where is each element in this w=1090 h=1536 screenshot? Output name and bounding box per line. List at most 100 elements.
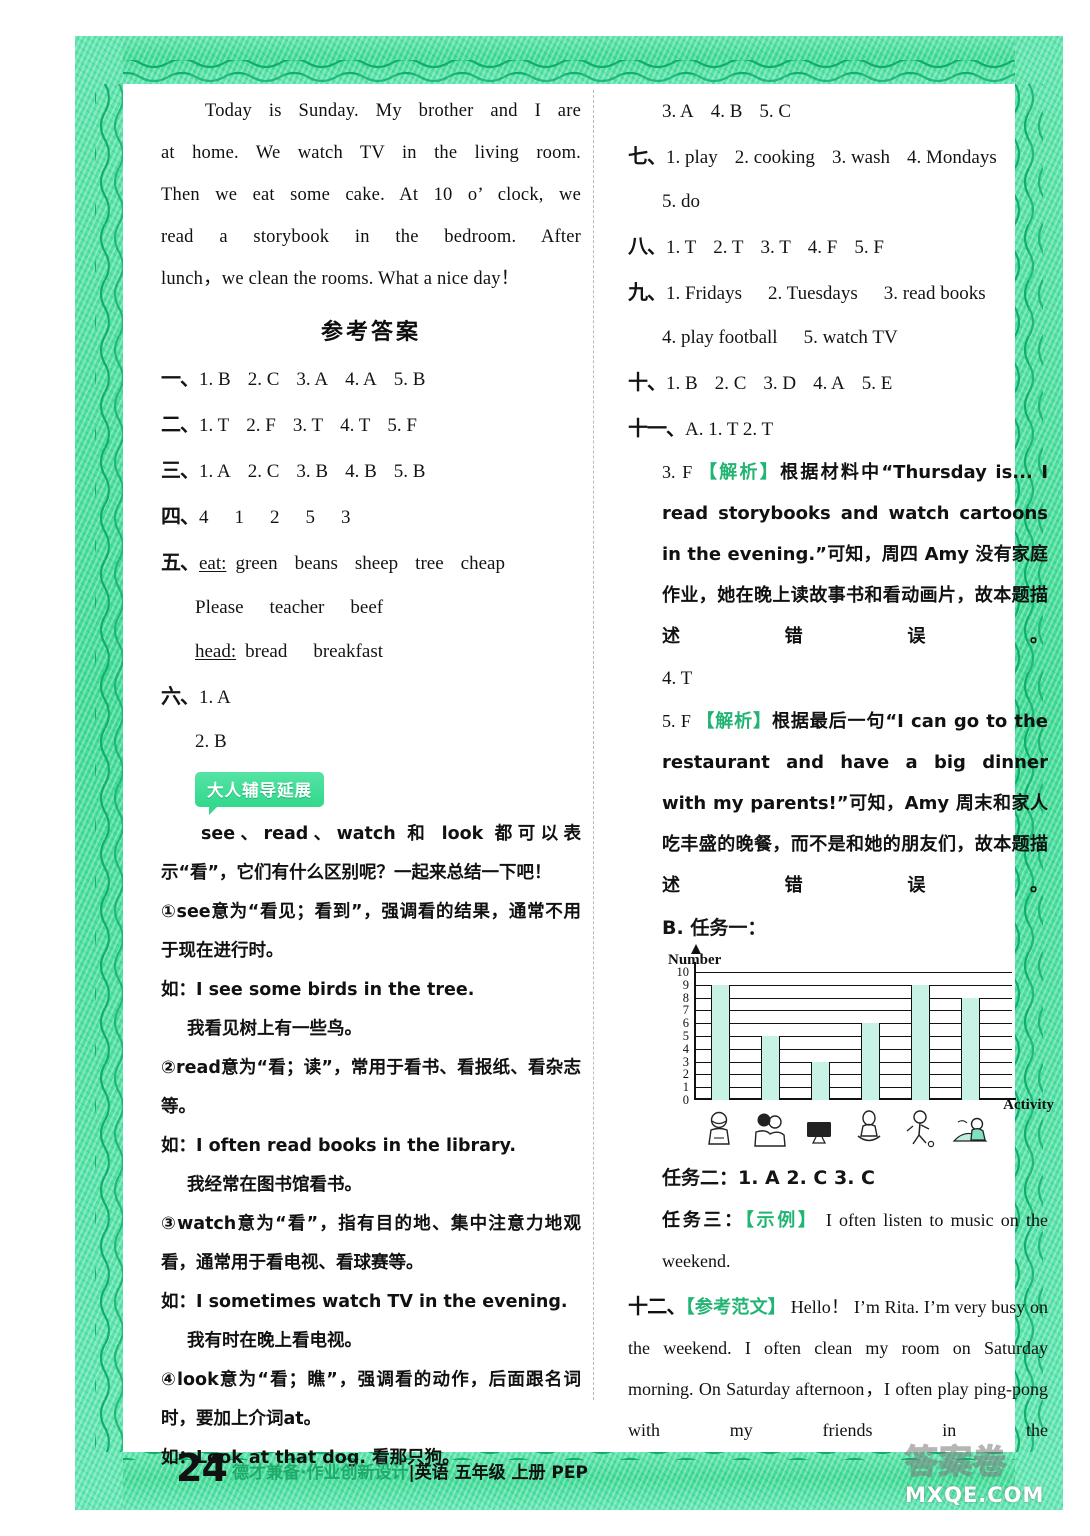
explanation-text: 根据材料中“Thursday is... I read storybooks a… [662, 462, 1049, 647]
phonics-row-2: Please teacher beef [161, 586, 581, 630]
answer-item: 2. F [246, 415, 276, 436]
footer-series-name: 德才兼备·作业创新设计 [232, 1463, 409, 1483]
chart-y-tick: 2 [682, 1067, 689, 1082]
chart-gridline [694, 972, 1012, 973]
answer-label: 3. F [662, 462, 693, 482]
task-label: 任务三： [662, 1210, 745, 1231]
answer-item: 5. do [662, 191, 700, 212]
chart-plot-area: 0 1 2 3 4 5 6 7 8 9 10 [677, 944, 1016, 1106]
answer-item: 5. F [854, 237, 884, 258]
answer-item: 4. B [345, 461, 377, 482]
chart-y-axis [691, 944, 701, 1100]
answer-item: 3 [341, 507, 351, 528]
phonics-word: cheap [460, 553, 505, 574]
explanation-q3: 3. F 【解析】根据材料中“Thursday is... I read sto… [628, 452, 1048, 657]
content-area: Today is Sunday. My brother and I are at… [123, 84, 1054, 1468]
phonics-key: head: [195, 641, 237, 662]
answer-item: 5. B [393, 461, 426, 482]
answer-row-9b: 4. play football 5. watch TV [628, 316, 1048, 360]
jiexi-label: 【解析】 [699, 462, 781, 483]
answer-item: 1. A [199, 687, 231, 708]
phonics-word: teacher [269, 597, 325, 618]
section-number: 一、 [161, 366, 200, 390]
explanation-text: 根据最后一句“I can go to the restaurant and ha… [662, 711, 1049, 896]
answer-item: 2 [270, 507, 280, 528]
answer-item: 2. T [713, 237, 744, 258]
answer-item: 3. B [296, 461, 329, 482]
chart-bar [860, 1023, 880, 1100]
tip-example: 如：I see some birds in the tree. [161, 980, 475, 1000]
sample-composition: Hello！ I’m Rita. I’m very busy on the we… [628, 1297, 1048, 1440]
reading-passage: Today is Sunday. My brother and I are at… [161, 90, 581, 300]
chart-y-tick: 7 [682, 1003, 689, 1018]
activity-icon-3 [800, 1108, 838, 1150]
passage-line: Today is Sunday. My brother and I are [205, 101, 581, 121]
section-number: 九、 [628, 280, 667, 304]
answer-row-9: 九、1. Fridays 2. Tuesdays 3. read books [628, 270, 1048, 316]
page-border-left [75, 36, 123, 1510]
answer-row-1: 一、1. B 2. C 3. A 4. A 5. B [161, 356, 581, 402]
phonics-word: breakfast [313, 641, 383, 662]
section-number: 四、 [161, 504, 200, 528]
phonics-key: eat: [199, 553, 227, 574]
activity-icon-1 [700, 1108, 738, 1150]
passage-line: read a storybook in the bedroom. After [161, 227, 581, 247]
section-number: 三、 [161, 458, 200, 482]
answer-item: 2. Tuesdays [768, 283, 858, 304]
axis-arrow-icon [691, 944, 701, 954]
task-label: B. 任务一： [662, 917, 767, 939]
chart-y-tick: 10 [676, 964, 690, 979]
chart-y-tick: 5 [682, 1028, 689, 1043]
answer-item: 5. F [387, 415, 417, 436]
answer-item: 1. Fridays [666, 283, 742, 304]
answer-item: 1 [234, 507, 245, 528]
chart-bar [760, 1036, 780, 1100]
answer-row-5: 五、eat: green beans sheep tree cheap [161, 540, 581, 586]
answer-item: 2. C [247, 461, 280, 482]
right-column: 3. A 4. B 5. C 七、1. play 2. cooking 3. wash 4… [628, 84, 1054, 1451]
answer-item: 3. T [760, 237, 791, 258]
left-column: Today is Sunday. My brother and I are at… [161, 84, 581, 1478]
chart-y-tick: 6 [682, 1015, 689, 1030]
answer-row-6-cont: 3. A 4. B 5. C [628, 90, 1048, 134]
section-number: 六、 [161, 684, 200, 708]
phonics-word: Please [195, 597, 244, 618]
phonics-word: beans [294, 553, 338, 574]
chart-bar [910, 984, 930, 1100]
answer-item: 4. T [662, 668, 693, 689]
section-number: 七、 [628, 144, 667, 168]
answer-item: 1. B [199, 369, 231, 390]
task-2-row: 任务二：1. A 2. C 3. C [628, 1156, 1048, 1200]
tip-paragraph: ④look意为“看；瞧”，强调看的动作，后面跟名词时，要加上介词at。 [161, 1370, 581, 1429]
section-number: 十一、 [628, 416, 686, 440]
passage-line: lunch，we clean the rooms. What a nice da… [161, 269, 520, 289]
chart-gridline [694, 984, 1012, 986]
answer-item: 4. F [807, 237, 838, 258]
chart-bar [960, 997, 980, 1100]
answer-item: A. 1. T 2. T [685, 419, 774, 440]
chart-y-tick: 9 [682, 977, 689, 992]
tip-example: 如：I sometimes watch TV in the evening. [161, 1292, 568, 1312]
section-number: 二、 [161, 412, 200, 436]
chart-y-tick: 1 [682, 1079, 689, 1094]
answer-item: 2. C [247, 369, 280, 390]
answer-item: 1. T [666, 237, 697, 258]
footer-imprint: 德才兼备·作业创新设计|英语 五年级 上册 PEP [232, 1458, 588, 1483]
answer-row-11: 十一、A. 1. T 2. T [628, 406, 1048, 452]
answer-item: 3. T [292, 415, 324, 436]
tip-paragraph: see、read、watch 和 look 都可以表示“看”，它们有什么区别呢？… [161, 824, 581, 883]
answer-key-title: 参考答案 [320, 320, 421, 345]
phonics-word: beef [350, 597, 384, 618]
phonics-word: bread [245, 641, 288, 662]
task-answers: 任务二：1. A 2. C 3. C [662, 1167, 875, 1189]
passage-line: at home. We watch TV in the living room. [161, 143, 581, 163]
activity-icon-4 [850, 1108, 888, 1150]
answer-item: 2. cooking [734, 147, 815, 168]
activity-icon-5 [900, 1108, 938, 1150]
chart-category-icons [694, 1106, 1012, 1150]
explanation-q5: 5. F 【解析】根据最后一句“I can go to the restaura… [628, 701, 1048, 906]
answer-item: 3. D [763, 373, 797, 394]
page-root: Today is Sunday. My brother and I are at… [0, 0, 1090, 1536]
answer-item: 5. watch TV [803, 327, 898, 348]
answer-item: 4. A [813, 373, 845, 394]
